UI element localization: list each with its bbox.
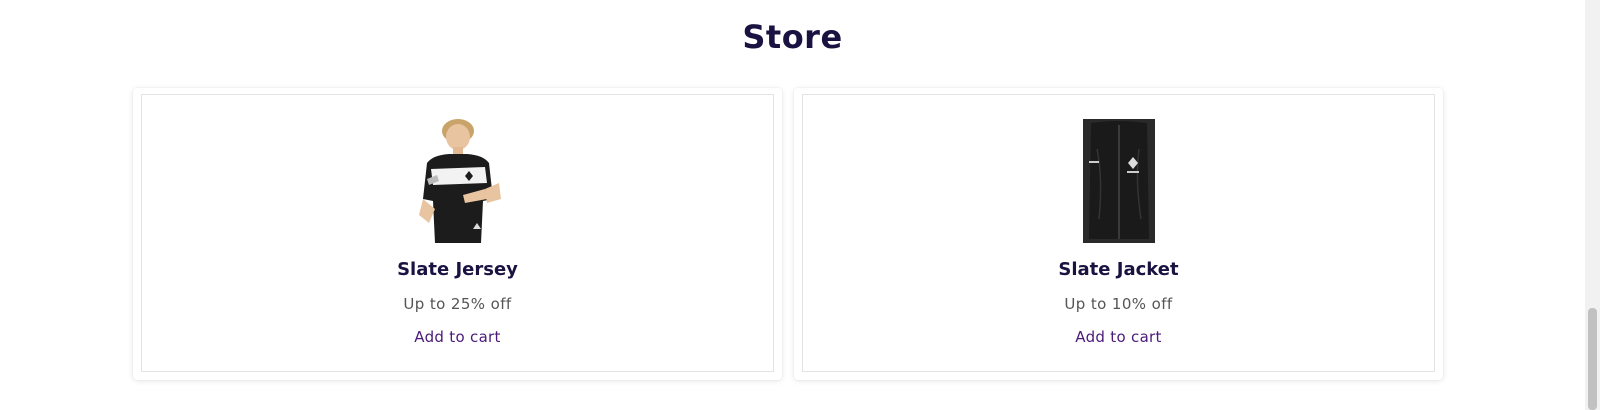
jacket-photo (1082, 119, 1155, 243)
jersey-photo (418, 119, 501, 243)
add-to-cart-button[interactable]: Add to cart (1075, 328, 1161, 346)
product-name: Slate Jacket (1058, 259, 1179, 280)
store-page: Store Slate Jersey Up to 25% off Add to … (0, 0, 1600, 410)
product-card-jersey: Slate Jersey Up to 25% off Add to cart (133, 88, 782, 380)
product-card-jacket: Slate Jacket Up to 10% off Add to cart (794, 88, 1443, 380)
scrollbar-thumb[interactable] (1588, 308, 1597, 410)
product-name: Slate Jersey (397, 259, 518, 280)
product-card-frame: Slate Jacket Up to 10% off Add to cart (802, 94, 1435, 372)
product-card-frame: Slate Jersey Up to 25% off Add to cart (141, 94, 774, 372)
add-to-cart-button[interactable]: Add to cart (414, 328, 500, 346)
vertical-scrollbar[interactable] (1585, 0, 1600, 410)
product-discount: Up to 25% off (403, 295, 512, 313)
product-discount: Up to 10% off (1064, 295, 1173, 313)
page-title: Store (742, 18, 843, 56)
